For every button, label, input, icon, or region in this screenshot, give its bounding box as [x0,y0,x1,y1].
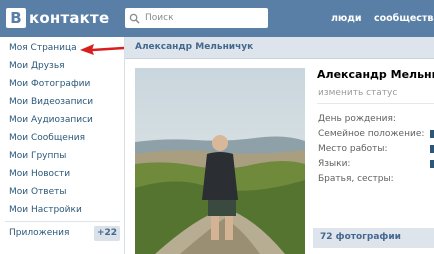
search-icon [129,13,140,24]
sidebar-item-photos[interactable]: Мои Фотографии [9,79,90,89]
info-label-siblings: Братья, сестры: [318,174,394,184]
info-value-languages[interactable] [430,160,434,168]
photos-count-label: 72 фотографии [320,232,401,242]
sidebar-item-messages[interactable]: Мои Сообщения [9,133,85,143]
edit-status-link[interactable]: изменить статус [318,88,397,98]
info-value-workplace[interactable] [430,145,434,153]
nav-communities-link[interactable]: сообщества [374,13,434,24]
logo-text: контакте [29,9,110,27]
sidebar-divider [5,221,120,222]
sidebar-item-news[interactable]: Мои Новости [9,169,70,179]
sidebar-item-audio[interactable]: Мои Аудиозаписи [9,115,93,125]
vk-logo[interactable]: В контакте [6,8,109,28]
logo-glyph: В [6,8,26,28]
photos-section-header[interactable]: 72 фотографии [313,228,434,248]
page-title: Александр Мельничук [135,42,254,52]
sidebar-item-friends[interactable]: Мои Друзья [9,61,65,71]
apps-count-badge[interactable]: +22 [94,226,120,241]
sidebar-item-my-page[interactable]: Моя Страница [9,43,77,53]
info-label-marital-status: Семейное положение: [318,129,425,139]
info-divider [317,103,434,104]
info-label-languages: Языки: [318,159,351,169]
sidebar-item-apps[interactable]: Приложения [9,228,69,238]
search-input[interactable]: Поиск [125,8,268,28]
sidebar-item-settings[interactable]: Мои Настройки [9,205,82,215]
info-value-marital-status[interactable] [430,130,434,138]
sidebar-item-answers[interactable]: Мои Ответы [9,187,67,197]
left-sidebar: Моя Страница Мои Друзья Мои Фотографии М… [0,37,124,254]
column-separator [124,37,125,254]
sidebar-item-groups[interactable]: Мои Группы [9,151,66,161]
info-label-birthday: День рождения: [318,114,396,124]
search-placeholder: Поиск [145,13,174,23]
top-bar: В контакте Поиск люди сообщества [0,0,434,37]
red-arrow-icon [80,44,124,55]
profile-photo[interactable] [135,68,305,254]
profile-header-bar: Александр Мельничук [125,37,434,59]
profile-name: Александр Мельничу [317,68,434,81]
info-label-workplace: Место работы: [318,144,388,154]
nav-people-link[interactable]: люди [331,13,362,24]
sidebar-item-videos[interactable]: Мои Видеозаписи [9,97,93,107]
